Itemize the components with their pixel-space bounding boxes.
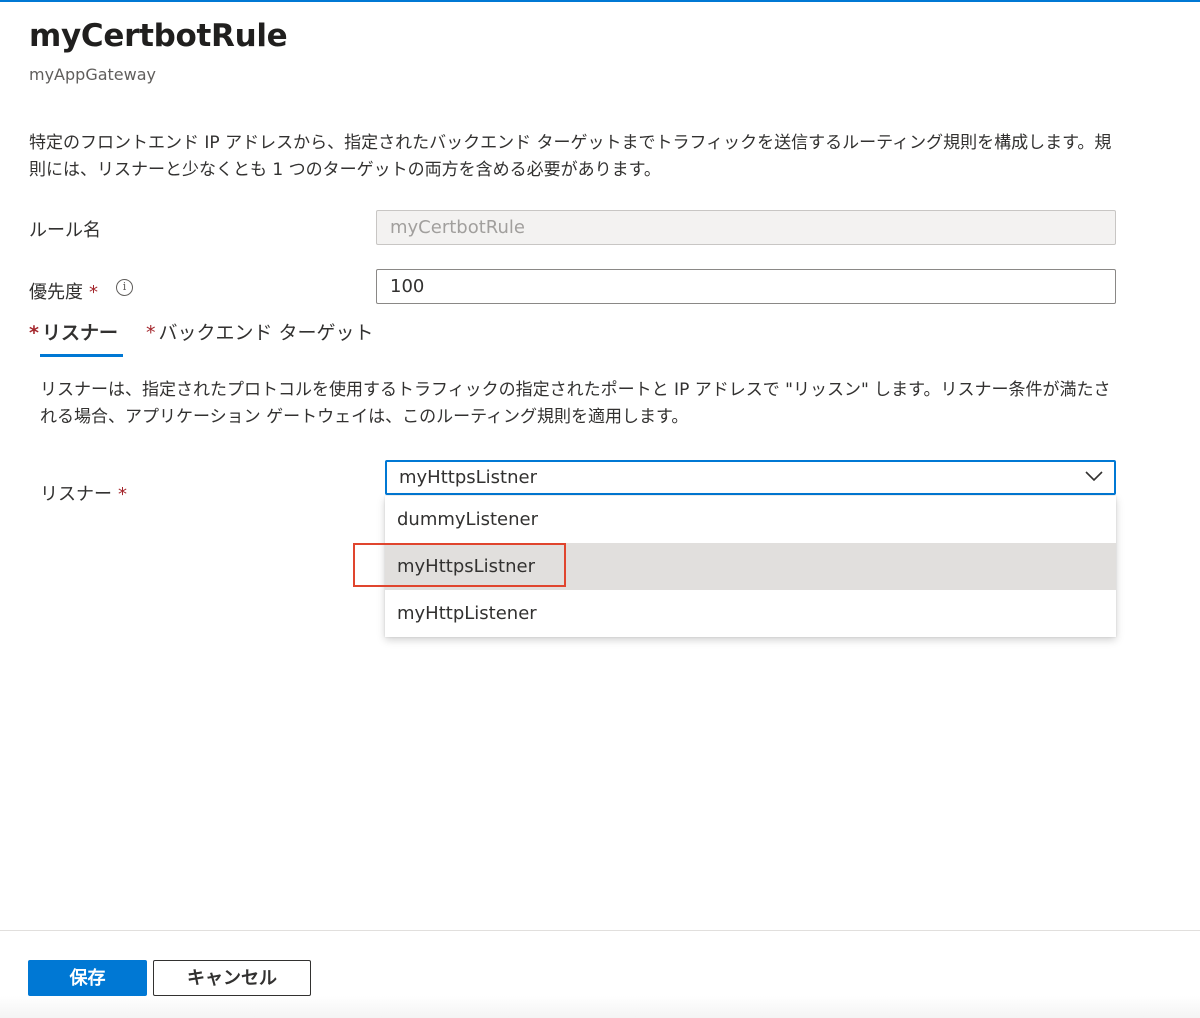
tab-backend-target[interactable]: * バックエンド ターゲット: [146, 318, 374, 345]
page-subtitle: myAppGateway: [29, 65, 156, 84]
listener-option-https[interactable]: myHttpsListner: [385, 543, 1116, 590]
listener-label: リスナー *: [40, 480, 127, 506]
rule-name-label-text: ルール名: [29, 220, 101, 241]
footer-divider: [0, 930, 1200, 931]
tab-listener-label: リスナー: [41, 322, 118, 344]
tab-listener-required-mark: *: [29, 322, 39, 344]
info-icon[interactable]: i: [116, 279, 133, 296]
tab-listener[interactable]: * リスナー: [29, 318, 118, 345]
priority-required-mark: *: [89, 282, 98, 303]
priority-label-text: 優先度: [29, 282, 83, 303]
rule-name-label: ルール名: [29, 216, 101, 242]
listener-option-http[interactable]: myHttpListener: [385, 590, 1116, 637]
listener-dropdown[interactable]: myHttpsListner: [385, 460, 1116, 495]
save-button[interactable]: 保存: [28, 960, 147, 996]
rule-name-input[interactable]: myCertbotRule: [376, 210, 1116, 245]
listener-required-mark: *: [118, 484, 127, 505]
bottom-shade: [0, 996, 1200, 1018]
panel-description: 特定のフロントエンド IP アドレスから、指定されたバックエンド ターゲットまで…: [29, 133, 1112, 180]
listener-option-dummy[interactable]: dummyListener: [385, 496, 1116, 543]
listener-dropdown-value: myHttpsListner: [399, 467, 537, 488]
chevron-down-icon: [1085, 471, 1103, 482]
cancel-button[interactable]: キャンセル: [153, 960, 311, 996]
active-tab-indicator: [40, 354, 123, 357]
info-icon-glyph: i: [122, 280, 127, 293]
rule-edit-panel: myCertbotRule myAppGateway 特定のフロントエンド IP…: [0, 0, 1200, 1018]
page-title: myCertbotRule: [29, 18, 288, 54]
rule-name-value: myCertbotRule: [390, 217, 525, 238]
priority-label: 優先度 *: [29, 278, 98, 304]
tab-backend-label: バックエンド ターゲット: [158, 322, 374, 344]
tab-backend-required-mark: *: [146, 322, 156, 344]
priority-input[interactable]: 100: [376, 269, 1116, 304]
listener-description: リスナーは、指定されたプロトコルを使用するトラフィックの指定されたポートと IP…: [40, 380, 1111, 427]
listener-dropdown-list: dummyListener myHttpsListner myHttpListe…: [385, 496, 1116, 637]
priority-value: 100: [390, 276, 425, 297]
listener-label-text: リスナー: [40, 484, 112, 505]
